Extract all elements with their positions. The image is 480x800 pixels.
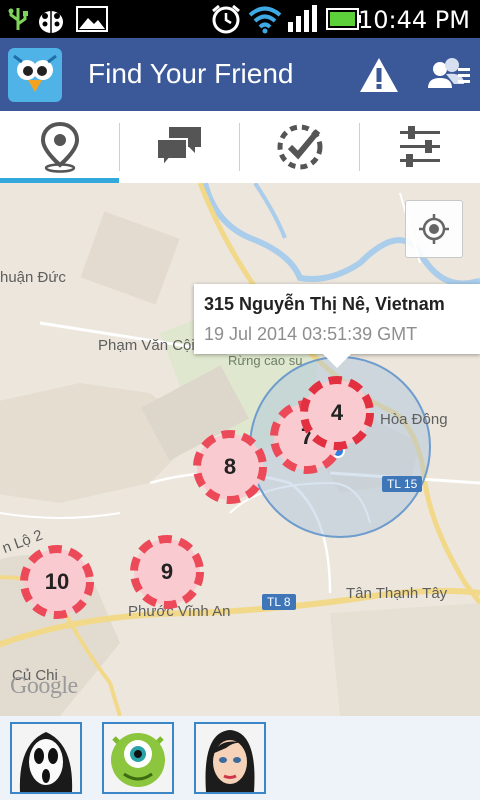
- map-view[interactable]: huận Đức Phạm Văn Cội Rừng cao su Hòa Đô…: [0, 183, 480, 716]
- friend-marker-8[interactable]: 8: [193, 430, 267, 504]
- friends-bar: [0, 716, 480, 800]
- chat-icon: [155, 125, 205, 174]
- green-monster-avatar: [104, 724, 172, 792]
- road-badge: TL 8: [262, 594, 296, 610]
- friends-button[interactable]: [424, 52, 470, 98]
- friend-avatar-woman[interactable]: [194, 722, 266, 794]
- friend-marker-10[interactable]: 10: [20, 545, 94, 619]
- friend-avatar-ghost[interactable]: [10, 722, 82, 794]
- bug-icon: [34, 6, 68, 39]
- place-label: huận Đức: [0, 269, 66, 286]
- info-window-pointer: [322, 353, 352, 368]
- place-label: Rừng cao su: [228, 353, 303, 368]
- warning-button[interactable]: [356, 52, 402, 98]
- my-location-button[interactable]: [405, 200, 463, 258]
- tab-bar: [0, 111, 480, 184]
- friend-marker-4[interactable]: 4: [300, 376, 374, 450]
- woman-face-avatar: [196, 724, 264, 792]
- checkin-icon: [274, 121, 326, 178]
- ghost-mask-avatar: [12, 724, 80, 792]
- friends-icon: [424, 58, 474, 102]
- friend-avatar-monster[interactable]: [102, 722, 174, 794]
- crosshair-icon: [419, 214, 449, 249]
- alarm-icon: [210, 4, 242, 39]
- tab-settings[interactable]: [360, 111, 479, 183]
- place-label: Tân Thạnh Tây: [346, 585, 448, 602]
- marker-label: 8: [223, 454, 237, 479]
- location-info-window[interactable]: 315 Nguyễn Thị Nê, Vietnam 19 Jul 2014 0…: [194, 284, 480, 368]
- place-label: Phạm Văn Cội: [98, 337, 195, 354]
- marker-label: 10: [44, 569, 70, 594]
- warning-icon: [356, 58, 402, 102]
- settings-sliders-icon: [398, 125, 442, 174]
- app-logo[interactable]: [8, 48, 62, 102]
- wifi-icon: [248, 4, 282, 39]
- tab-checkin[interactable]: [240, 111, 359, 183]
- app-title: Find Your Friend: [88, 58, 294, 89]
- image-icon: [76, 6, 108, 37]
- tab-map[interactable]: [0, 111, 119, 183]
- status-bar: 10:44 PM: [0, 0, 480, 38]
- marker-label: 4: [330, 400, 344, 425]
- location-address: 315 Nguyễn Thị Nê, Vietnam: [204, 294, 445, 314]
- google-attribution: Google: [10, 673, 78, 699]
- action-bar: Find Your Friend: [0, 38, 480, 111]
- status-time: 10:44 PM: [358, 6, 470, 34]
- map-pin-icon: [38, 121, 82, 178]
- place-label: Hòa Đông: [380, 411, 448, 428]
- friend-marker-9[interactable]: 9: [130, 535, 204, 609]
- signal-icon: [286, 4, 322, 39]
- road-badge: TL 15: [382, 476, 423, 492]
- battery-icon: [326, 6, 362, 37]
- tab-chat[interactable]: [120, 111, 239, 183]
- location-timestamp: 19 Jul 2014 03:51:39 GMT: [204, 324, 418, 344]
- usb-icon: [8, 6, 28, 37]
- marker-label: 9: [160, 559, 174, 584]
